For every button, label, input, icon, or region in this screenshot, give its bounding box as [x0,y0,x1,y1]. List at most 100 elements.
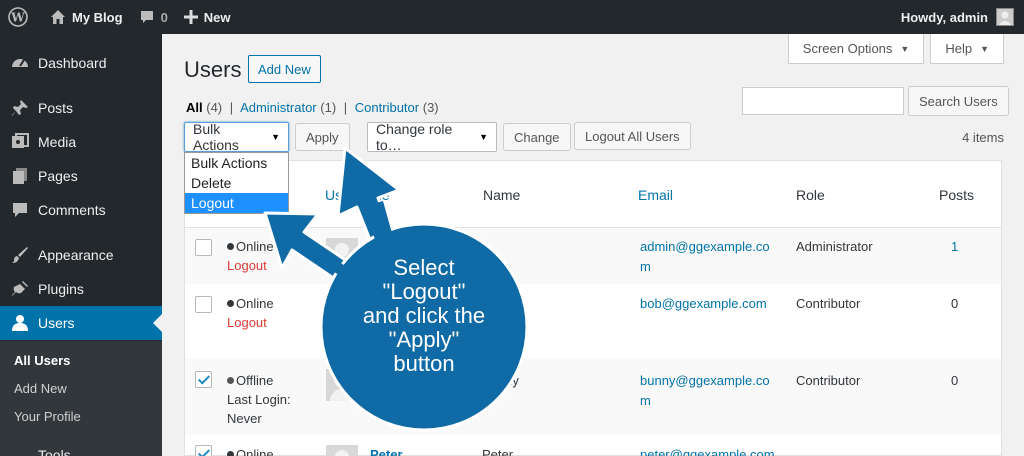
callout-line: button [393,351,455,376]
my-account[interactable]: Howdy, admin [901,8,1024,26]
name-cell: Peter [482,447,514,456]
menu-posts[interactable]: Posts [0,91,162,125]
role-cell: Contributor [796,373,861,388]
filter-count: (4) [206,100,223,115]
menu-plugins[interactable]: Plugins [0,272,162,306]
submenu-add-new[interactable]: Add New [14,381,67,396]
user-avatar [326,445,358,456]
row-checkbox[interactable] [195,445,212,456]
filter-all[interactable]: All (4) [186,100,222,115]
logout-link[interactable]: Logout [227,313,274,332]
filter-contributor[interactable]: Contributor [355,100,419,115]
submenu-your-profile[interactable]: Your Profile [14,409,81,424]
search-input[interactable] [742,87,904,115]
caret-down-icon: ▼ [900,43,910,54]
filter-administrator[interactable]: Administrator [240,100,317,115]
pages-icon [10,167,30,185]
comments-link[interactable]: 0 [131,0,176,34]
status-text: Offline [236,373,274,388]
menu-label: Media [38,134,77,150]
table-row: Offline Last Login: Never Bunny bunny@gg… [185,359,1001,435]
posts-count: 0 [951,296,959,311]
menu-media[interactable]: Media [0,125,162,159]
option-logout[interactable]: Logout [185,193,288,213]
menu-users[interactable]: Users [0,306,162,340]
status-dot [227,451,234,456]
login-status: Online Logout [227,294,274,332]
row-checkbox[interactable] [195,296,212,313]
last-login-value: Never [227,411,262,426]
column-posts: Posts [939,187,975,203]
email-link[interactable]: peter@ggexample.com [640,445,780,456]
menu-label: Users [38,315,75,331]
add-new-button[interactable]: Add New [248,55,321,83]
logout-all-users-button[interactable]: Logout All Users [574,122,691,150]
new-content-link[interactable]: New [176,0,239,34]
table-row: Online Logout admin@ggexample.com Admini… [185,228,1001,284]
login-status: Offline Last Login: Never [227,371,291,428]
menu-label: Appearance [38,247,114,263]
screen-meta-links: Screen Options ▼ Help ▼ [782,34,1004,64]
status-dot [227,300,234,307]
username-link[interactable]: Peter [370,445,403,456]
apply-button[interactable]: Apply [295,123,350,151]
bulk-actions-select[interactable]: Bulk Actions ▼ [184,121,289,153]
filter-label: Contributor [354,100,420,115]
menu-pages[interactable]: Pages [0,159,162,193]
status-dot [227,243,234,250]
brush-icon [10,246,30,264]
option-bulk-actions[interactable]: Bulk Actions [185,153,288,173]
admin-sidebar: Dashboard Posts Media Pages Comments App… [0,34,162,456]
column-username[interactable]: Username [325,187,390,203]
separator: | [343,100,348,115]
comment-icon [139,9,155,25]
menu-dashboard[interactable]: Dashboard [0,46,162,80]
row-checkbox[interactable] [195,371,212,388]
user-icon [10,314,30,332]
callout-line: "Logout" [382,279,466,304]
bulk-actions-dropdown: Bulk Actions Delete Logout [184,152,289,214]
email-link[interactable]: bunny@ggexample.com [640,371,780,411]
login-status: Online Logout [227,237,274,275]
separator: | [229,100,234,115]
help-button[interactable]: Help ▼ [930,34,1004,64]
menu-label: Plugins [38,281,84,297]
callout-text: Select "Logout" and click the "Apply" bu… [322,256,526,376]
media-icon [10,133,30,151]
site-name-link[interactable]: My Blog [42,0,131,34]
callout-line: Select [393,255,455,280]
posts-count: 0 [951,373,959,388]
wordpress-icon: W [8,7,28,27]
menu-tools-partial[interactable]: Tools [38,447,71,456]
page-title: Users [184,57,242,82]
new-label: New [203,9,231,25]
menu-label: Comments [38,202,106,218]
callout-line: and click the [362,303,486,328]
callout-line: "Apply" [388,327,460,352]
menu-comments[interactable]: Comments [0,193,162,227]
screen-options-button[interactable]: Screen Options ▼ [787,34,925,64]
row-checkbox[interactable] [195,239,212,256]
search-users-button[interactable]: Search Users [908,86,1009,116]
wordpress-logo[interactable]: W [0,0,36,34]
posts-count-link[interactable]: 1 [951,237,958,257]
logout-link[interactable]: Logout [227,256,274,275]
email-link[interactable]: admin@ggexample.com [640,237,780,277]
status-text: Online [236,296,274,311]
email-link[interactable]: bob@ggexample.com [640,294,780,314]
users-table: Username Name Email Role Posts Online Lo… [184,160,1002,456]
change-button[interactable]: Change [503,123,571,151]
option-delete[interactable]: Delete [185,173,288,193]
change-role-select[interactable]: Change role to… ▼ [367,121,497,153]
submenu-all-users[interactable]: All Users [14,353,70,368]
items-count: 4 items [962,130,1004,145]
change-role-value: Change role to… [376,121,453,153]
menu-label: Pages [38,168,78,184]
user-role-filter: All (4) | Administrator (1) | Contributo… [186,100,439,115]
plus-icon [183,10,198,24]
svg-text:W: W [10,11,25,25]
active-indicator [153,314,162,332]
status-text: Online [236,447,274,456]
column-email[interactable]: Email [638,187,673,203]
menu-appearance[interactable]: Appearance [0,238,162,272]
